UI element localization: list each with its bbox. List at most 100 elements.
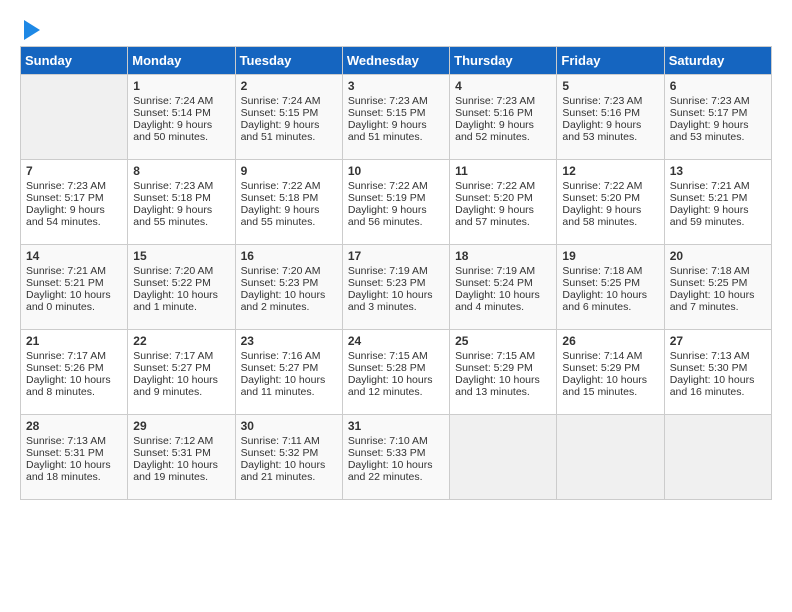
calendar-cell: 16 Sunrise: 7:20 AMSunset: 5:23 PMDayligh…	[235, 245, 342, 330]
day-info: Daylight: 9 hours	[348, 119, 444, 131]
calendar-cell	[664, 415, 771, 500]
day-info: Daylight: 10 hours	[26, 374, 122, 386]
day-number: 4	[455, 79, 551, 93]
day-number: 28	[26, 419, 122, 433]
day-info: Sunrise: 7:15 AM	[348, 350, 444, 362]
day-number: 10	[348, 164, 444, 178]
week-row-2: 7Sunrise: 7:23 AMSunset: 5:17 PMDaylight…	[21, 160, 772, 245]
day-info: Sunrise: 7:19 AM	[348, 265, 444, 277]
day-info: and 12 minutes.	[348, 386, 444, 398]
day-number: 12	[562, 164, 658, 178]
calendar-cell: 21Sunrise: 7:17 AMSunset: 5:26 PMDayligh…	[21, 330, 128, 415]
day-info: and 22 minutes.	[348, 471, 444, 483]
day-number: 24	[348, 334, 444, 348]
day-number: 16	[241, 249, 337, 263]
week-row-1: 1Sunrise: 7:24 AMSunset: 5:14 PMDaylight…	[21, 75, 772, 160]
day-info: Sunrise: 7:13 AM	[670, 350, 766, 362]
logo-arrow-icon	[24, 20, 40, 40]
day-info: and 51 minutes.	[348, 131, 444, 143]
day-info: Sunset: 5:17 PM	[670, 107, 766, 119]
day-info: Daylight: 9 hours	[562, 119, 658, 131]
day-info: and 13 minutes.	[455, 386, 551, 398]
day-number: 2	[241, 79, 337, 93]
day-info: and 6 minutes.	[562, 301, 658, 313]
calendar-cell: 20Sunrise: 7:18 AMSunset: 5:25 PMDayligh…	[664, 245, 771, 330]
day-info: Sunrise: 7:21 AM	[670, 180, 766, 192]
day-info: Sunset: 5:15 PM	[241, 107, 337, 119]
day-info: and 8 minutes.	[26, 386, 122, 398]
day-info: Sunset: 5:25 PM	[562, 277, 658, 289]
day-info: Sunset: 5:18 PM	[133, 192, 229, 204]
calendar-cell: 28Sunrise: 7:13 AMSunset: 5:31 PMDayligh…	[21, 415, 128, 500]
calendar-cell: 27Sunrise: 7:13 AMSunset: 5:30 PMDayligh…	[664, 330, 771, 415]
day-info: Sunset: 5:20 PM	[455, 192, 551, 204]
day-info: Sunset: 5:30 PM	[670, 362, 766, 374]
day-info: Daylight: 10 hours	[26, 459, 122, 471]
weekday-header-thursday: Thursday	[450, 47, 557, 75]
day-info: Daylight: 10 hours	[455, 374, 551, 386]
day-info: Daylight: 10 hours	[26, 289, 122, 301]
calendar-table: SundayMondayTuesdayWednesdayThursdayFrid…	[20, 46, 772, 500]
calendar-cell: 2Sunrise: 7:24 AMSunset: 5:15 PMDaylight…	[235, 75, 342, 160]
day-info: Sunrise: 7:24 AM	[241, 95, 337, 107]
day-info: Daylight: 9 hours	[133, 119, 229, 131]
day-info: Sunrise: 7:22 AM	[241, 180, 337, 192]
day-info: Sunrise: 7:23 AM	[562, 95, 658, 107]
day-info: Sunrise: 7:20 AM	[241, 265, 337, 277]
week-row-5: 28Sunrise: 7:13 AMSunset: 5:31 PMDayligh…	[21, 415, 772, 500]
day-info: Daylight: 10 hours	[241, 289, 337, 301]
day-number: 19	[562, 249, 658, 263]
day-info: Sunset: 5:23 PM	[241, 277, 337, 289]
day-info: and 59 minutes.	[670, 216, 766, 228]
calendar-cell: 14Sunrise: 7:21 AMSunset: 5:21 PMDayligh…	[21, 245, 128, 330]
day-info: Sunrise: 7:23 AM	[26, 180, 122, 192]
day-info: Daylight: 10 hours	[241, 374, 337, 386]
calendar-cell: 5Sunrise: 7:23 AMSunset: 5:16 PMDaylight…	[557, 75, 664, 160]
day-info: Sunrise: 7:23 AM	[348, 95, 444, 107]
day-info: and 50 minutes.	[133, 131, 229, 143]
calendar-cell: 7Sunrise: 7:23 AMSunset: 5:17 PMDaylight…	[21, 160, 128, 245]
calendar-cell: 10Sunrise: 7:22 AMSunset: 5:19 PMDayligh…	[342, 160, 449, 245]
day-info: Sunrise: 7:15 AM	[455, 350, 551, 362]
weekday-header-monday: Monday	[128, 47, 235, 75]
day-number: 17	[348, 249, 444, 263]
calendar-body: 1Sunrise: 7:24 AMSunset: 5:14 PMDaylight…	[21, 75, 772, 500]
day-info: Sunrise: 7:23 AM	[455, 95, 551, 107]
calendar-cell: 18Sunrise: 7:19 AMSunset: 5:24 PMDayligh…	[450, 245, 557, 330]
calendar-cell: 1Sunrise: 7:24 AMSunset: 5:14 PMDaylight…	[128, 75, 235, 160]
day-info: Sunrise: 7:10 AM	[348, 435, 444, 447]
day-info: Sunset: 5:27 PM	[133, 362, 229, 374]
day-info: Sunset: 5:21 PM	[26, 277, 122, 289]
day-info: Daylight: 10 hours	[348, 459, 444, 471]
calendar-cell: 3Sunrise: 7:23 AMSunset: 5:15 PMDaylight…	[342, 75, 449, 160]
day-info: and 3 minutes.	[348, 301, 444, 313]
day-info: and 15 minutes.	[562, 386, 658, 398]
day-info: Sunrise: 7:18 AM	[562, 265, 658, 277]
day-number: 1	[133, 79, 229, 93]
weekday-header-saturday: Saturday	[664, 47, 771, 75]
weekday-header-tuesday: Tuesday	[235, 47, 342, 75]
day-number: 14	[26, 249, 122, 263]
day-info: Sunset: 5:16 PM	[455, 107, 551, 119]
calendar-cell: 11Sunrise: 7:22 AMSunset: 5:20 PMDayligh…	[450, 160, 557, 245]
day-info: Daylight: 9 hours	[26, 204, 122, 216]
day-info: Daylight: 10 hours	[241, 459, 337, 471]
calendar-cell: 4Sunrise: 7:23 AMSunset: 5:16 PMDaylight…	[450, 75, 557, 160]
day-info: Sunrise: 7:14 AM	[562, 350, 658, 362]
day-number: 31	[348, 419, 444, 433]
day-info: and 19 minutes.	[133, 471, 229, 483]
day-info: Daylight: 9 hours	[348, 204, 444, 216]
calendar-cell: 29Sunrise: 7:12 AMSunset: 5:31 PMDayligh…	[128, 415, 235, 500]
day-number: 6	[670, 79, 766, 93]
week-row-3: 14Sunrise: 7:21 AMSunset: 5:21 PMDayligh…	[21, 245, 772, 330]
calendar-cell: 9Sunrise: 7:22 AMSunset: 5:18 PMDaylight…	[235, 160, 342, 245]
day-info: Daylight: 10 hours	[562, 374, 658, 386]
day-info: and 16 minutes.	[670, 386, 766, 398]
logo	[20, 20, 40, 36]
day-info: Sunset: 5:14 PM	[133, 107, 229, 119]
calendar-cell	[450, 415, 557, 500]
calendar-cell: 8Sunrise: 7:23 AMSunset: 5:18 PMDaylight…	[128, 160, 235, 245]
day-info: Sunset: 5:19 PM	[348, 192, 444, 204]
day-info: Sunset: 5:29 PM	[562, 362, 658, 374]
day-number: 11	[455, 164, 551, 178]
